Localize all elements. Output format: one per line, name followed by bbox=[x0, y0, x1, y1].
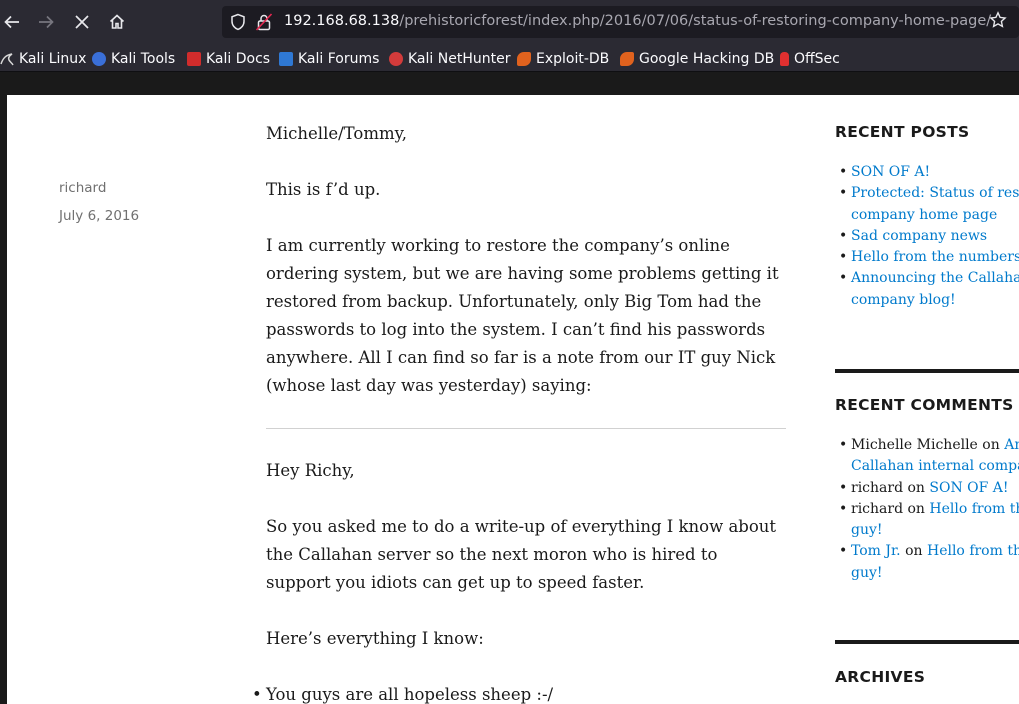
post-date[interactable]: July 6, 2016 bbox=[59, 208, 139, 224]
kali-forums-icon bbox=[279, 52, 293, 66]
home-icon[interactable] bbox=[105, 10, 129, 34]
bookmark-label: Kali Tools bbox=[111, 51, 176, 67]
stop-loading-icon[interactable] bbox=[70, 10, 94, 34]
archives-title: ARCHIVES bbox=[835, 668, 926, 686]
widget-divider bbox=[835, 369, 1019, 373]
browser-toolbar: 192.168.68.138/prehistoricforest/index.p… bbox=[0, 0, 1019, 44]
note-list: You guys are all hopeless sheep :-/ bbox=[252, 681, 786, 704]
insecure-lock-icon[interactable] bbox=[255, 13, 273, 31]
list-item: SON OF A! bbox=[835, 162, 1019, 184]
comment-author: Michelle Michelle bbox=[851, 437, 978, 453]
recent-comments-title: RECENT COMMENTS bbox=[835, 396, 1014, 414]
list-item: Michelle Michelle on Anno Callahan intern… bbox=[835, 435, 1019, 478]
nethunter-icon bbox=[389, 52, 403, 66]
comment-post-link-continued[interactable]: guy! bbox=[851, 522, 883, 538]
bookmark-kali-tools[interactable]: Kali Tools bbox=[92, 49, 175, 69]
bookmark-kali-nethunter[interactable]: Kali NetHunter bbox=[389, 49, 510, 69]
list-item: Hello from the numbers gu bbox=[835, 247, 1019, 269]
url-path: /prehistoricforest/index.php/2016/07/06/… bbox=[399, 13, 992, 29]
sidebar: RECENT POSTS SON OF A! Protected: Status… bbox=[835, 95, 1019, 704]
bookmark-google-hacking-db[interactable]: Google Hacking DB bbox=[620, 49, 774, 69]
comment-author: richard bbox=[851, 500, 904, 517]
list-item: richard on Hello from the n guy! bbox=[835, 499, 1019, 542]
content-divider bbox=[266, 428, 786, 429]
list-item: Protected: Status of restor company home … bbox=[835, 183, 1019, 226]
address-bar[interactable]: 192.168.68.138/prehistoricforest/index.p… bbox=[222, 6, 1019, 38]
bookmark-kali-docs[interactable]: Kali Docs bbox=[187, 49, 270, 69]
note-paragraph: So you asked me to do a write-up of ever… bbox=[266, 517, 777, 592]
widget-divider bbox=[835, 640, 1019, 644]
bookmarks-bar: Kali Linux Kali Tools Kali Docs Kali For… bbox=[0, 44, 1019, 72]
comment-post-link[interactable]: Hello from the n bbox=[927, 543, 1019, 559]
recent-post-link[interactable]: Hello from the numbers gu bbox=[851, 249, 1019, 265]
exploit-db-icon bbox=[517, 52, 531, 66]
bookmark-exploit-db[interactable]: Exploit-DB bbox=[517, 49, 609, 69]
recent-post-link[interactable]: Sad company news bbox=[851, 228, 987, 244]
tracking-shield-icon[interactable] bbox=[230, 13, 246, 31]
bookmark-label: Kali Forums bbox=[298, 51, 380, 67]
kali-docs-icon bbox=[187, 52, 201, 66]
ghdb-icon bbox=[620, 52, 634, 66]
list-item: richard on SON OF A! bbox=[835, 478, 1019, 500]
bookmark-label: Kali Docs bbox=[206, 51, 271, 67]
note-greeting: Hey Richy, bbox=[266, 461, 355, 480]
web-page: richard July 6, 2016 Michelle/Tommy, Thi… bbox=[0, 73, 1019, 704]
list-item: Announcing the Callahan i company blog! bbox=[835, 268, 1019, 311]
comment-on: on bbox=[982, 437, 1000, 453]
note-paragraph: Here’s everything I know: bbox=[266, 629, 484, 648]
url-host: 192.168.68.138 bbox=[284, 13, 400, 29]
forward-arrow-icon[interactable] bbox=[34, 10, 58, 34]
kali-dragon-icon bbox=[0, 53, 14, 66]
bookmark-label: Kali NetHunter bbox=[408, 51, 511, 67]
comment-post-link-continued[interactable]: Callahan internal company bbox=[851, 458, 1019, 474]
comment-post-link[interactable]: Anno bbox=[1004, 437, 1019, 453]
post-content: Michelle/Tommy, This is f’d up. I am cur… bbox=[252, 120, 786, 704]
post-article: richard July 6, 2016 Michelle/Tommy, Thi… bbox=[7, 95, 835, 704]
back-arrow-icon[interactable] bbox=[0, 10, 24, 34]
url-text: 192.168.68.138/prehistoricforest/index.p… bbox=[284, 13, 991, 29]
recent-comments-list: Michelle Michelle on Anno Callahan intern… bbox=[835, 435, 1019, 584]
bookmark-offsec[interactable]: OffSec bbox=[780, 49, 840, 69]
recent-post-link-continued[interactable]: company blog! bbox=[851, 292, 956, 308]
comment-on: on bbox=[905, 543, 923, 560]
comment-on: on bbox=[907, 500, 925, 517]
recent-post-link-continued[interactable]: company home page bbox=[851, 207, 997, 223]
comment-author: richard bbox=[851, 479, 904, 496]
post-paragraph: I am currently working to restore the co… bbox=[266, 236, 779, 395]
bookmark-star-icon[interactable] bbox=[989, 11, 1007, 34]
comment-post-link[interactable]: SON OF A! bbox=[929, 480, 1008, 496]
bookmark-label: OffSec bbox=[794, 51, 840, 67]
post-paragraph: This is f’d up. bbox=[266, 180, 381, 199]
comment-post-link[interactable]: Hello from the n bbox=[929, 501, 1019, 517]
recent-post-link[interactable]: SON OF A! bbox=[851, 164, 930, 180]
comment-post-link-continued[interactable]: guy! bbox=[851, 565, 883, 581]
list-item: You guys are all hopeless sheep :-/ bbox=[252, 681, 786, 704]
offsec-icon bbox=[780, 52, 789, 66]
bookmark-label: Google Hacking DB bbox=[639, 51, 775, 67]
bookmark-kali-forums[interactable]: Kali Forums bbox=[279, 49, 379, 69]
recent-post-link[interactable]: Announcing the Callahan i bbox=[851, 270, 1019, 286]
post-greeting: Michelle/Tommy, bbox=[266, 124, 408, 143]
comment-on: on bbox=[907, 479, 925, 496]
post-author[interactable]: richard bbox=[59, 180, 106, 196]
comment-author-link[interactable]: Tom Jr. bbox=[851, 543, 901, 559]
bookmark-kali-linux[interactable]: Kali Linux bbox=[0, 49, 86, 69]
bookmark-label: Exploit-DB bbox=[536, 51, 610, 67]
kali-tools-icon bbox=[92, 52, 106, 66]
recent-posts-list: SON OF A! Protected: Status of restor com… bbox=[835, 162, 1019, 311]
list-item: Sad company news bbox=[835, 226, 1019, 248]
bookmark-label: Kali Linux bbox=[19, 51, 87, 67]
recent-post-link[interactable]: Protected: Status of restor bbox=[851, 185, 1019, 201]
list-item: Tom Jr. on Hello from the n guy! bbox=[835, 541, 1019, 584]
recent-posts-title: RECENT POSTS bbox=[835, 123, 970, 141]
